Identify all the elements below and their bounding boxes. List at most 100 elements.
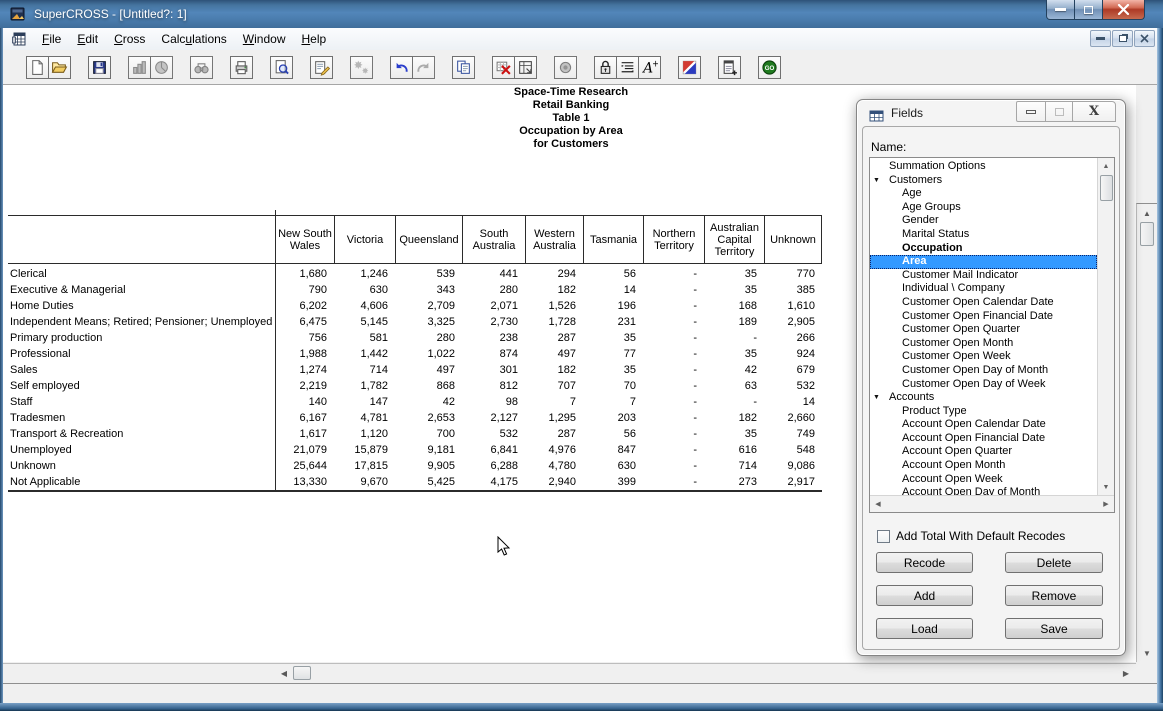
horizontal-scrollbar[interactable]: ◀ ▶ bbox=[3, 663, 1136, 682]
tree-item-age[interactable]: Age bbox=[870, 187, 1097, 201]
tree-item-summation-options[interactable]: Summation Options bbox=[870, 160, 1097, 174]
menu-item-file[interactable]: File bbox=[34, 30, 69, 48]
toolbar-button-find[interactable] bbox=[190, 56, 213, 79]
tree-item-label: Marital Status bbox=[902, 228, 969, 240]
scroll-left-icon[interactable]: ◀ bbox=[276, 664, 292, 682]
open-file-icon bbox=[51, 59, 68, 76]
vertical-scrollbar[interactable]: ▲ ▼ bbox=[1136, 203, 1157, 662]
listbox-scroll-down-icon[interactable]: ▼ bbox=[1098, 482, 1114, 492]
mdi-document-icon[interactable] bbox=[12, 31, 28, 47]
tree-item-customer-open-month[interactable]: Customer Open Month bbox=[870, 337, 1097, 351]
tree-item-customer-open-day-of-week[interactable]: Customer Open Day of Week bbox=[870, 378, 1097, 392]
toolbar-button-edit-table[interactable] bbox=[310, 56, 333, 79]
toolbar-button-derivations[interactable] bbox=[350, 56, 373, 79]
data-cell: 4,606 bbox=[334, 298, 395, 314]
listbox-vertical-thumb[interactable] bbox=[1100, 175, 1113, 201]
add-button[interactable]: Add bbox=[876, 585, 973, 606]
data-cell: 6,167 bbox=[275, 410, 334, 426]
data-cell: 182 bbox=[525, 362, 583, 378]
load-button[interactable]: Load bbox=[876, 618, 973, 639]
menu-item-cross[interactable]: Cross bbox=[106, 30, 153, 48]
dialog-close-button[interactable]: X bbox=[1072, 101, 1116, 122]
tree-item-account-open-day-of-month[interactable]: Account Open Day of Month bbox=[870, 486, 1097, 495]
mdi-close-button[interactable] bbox=[1134, 30, 1155, 47]
tree-item-area[interactable]: Area bbox=[870, 255, 1097, 269]
toolbar-button-go[interactable]: GO bbox=[758, 56, 781, 79]
scroll-up-icon[interactable]: ▲ bbox=[1137, 206, 1157, 220]
toolbar-button-save[interactable] bbox=[88, 56, 111, 79]
dialog-minimize-button[interactable] bbox=[1016, 101, 1046, 122]
mdi-minimize-button[interactable] bbox=[1090, 30, 1111, 47]
horizontal-scroll-thumb[interactable] bbox=[293, 666, 311, 680]
toolbar-button-copy[interactable] bbox=[452, 56, 475, 79]
save-button[interactable]: Save bbox=[1005, 618, 1103, 639]
toolbar-button-new-table[interactable] bbox=[514, 56, 537, 79]
toolbar-button-delete-table[interactable] bbox=[492, 56, 515, 79]
scroll-right-icon[interactable]: ▶ bbox=[1118, 664, 1134, 682]
vertical-scroll-thumb[interactable] bbox=[1140, 222, 1154, 246]
mdi-restore-button[interactable] bbox=[1112, 30, 1133, 47]
tree-item-account-open-month[interactable]: Account Open Month bbox=[870, 459, 1097, 473]
tree-item-product-type[interactable]: Product Type bbox=[870, 405, 1097, 419]
toolbar-button-pie-chart[interactable] bbox=[150, 56, 173, 79]
toolbar-button-report-add[interactable] bbox=[718, 56, 741, 79]
data-cell: 42 bbox=[395, 394, 462, 410]
tree-item-customer-open-financial-date[interactable]: Customer Open Financial Date bbox=[870, 310, 1097, 324]
tree-item-occupation[interactable]: Occupation bbox=[870, 242, 1097, 256]
delete-button[interactable]: Delete bbox=[1005, 552, 1103, 573]
tree-item-account-open-financial-date[interactable]: Account Open Financial Date bbox=[870, 432, 1097, 446]
toolbar-button-field-list[interactable] bbox=[616, 56, 639, 79]
dialog-maximize-button[interactable] bbox=[1045, 101, 1073, 122]
tree-expand-icon[interactable]: ▼ bbox=[873, 174, 880, 188]
toolbar-button-bar-chart[interactable] bbox=[128, 56, 151, 79]
listbox-scroll-left-icon[interactable]: ◀ bbox=[873, 496, 883, 512]
listbox-vertical-scrollbar[interactable]: ▲ ▼ bbox=[1097, 158, 1114, 495]
tree-item-age-groups[interactable]: Age Groups bbox=[870, 201, 1097, 215]
data-cell: 399 bbox=[583, 474, 643, 490]
tree-item-customer-open-week[interactable]: Customer Open Week bbox=[870, 350, 1097, 364]
tree-item-gender[interactable]: Gender bbox=[870, 214, 1097, 228]
menu-item-edit[interactable]: Edit bbox=[69, 30, 106, 48]
tree-item-label: Age bbox=[902, 187, 922, 199]
tree-item-account-open-calendar-date[interactable]: Account Open Calendar Date bbox=[870, 418, 1097, 432]
toolbar-button-print-preview[interactable] bbox=[270, 56, 293, 79]
scroll-down-icon[interactable]: ▼ bbox=[1137, 646, 1157, 660]
listbox-scroll-right-icon[interactable]: ▶ bbox=[1101, 496, 1111, 512]
tree-item-customer-mail-indicator[interactable]: Customer Mail Indicator bbox=[870, 269, 1097, 283]
toolbar-button-lock[interactable] bbox=[594, 56, 617, 79]
menu-item-help[interactable]: Help bbox=[293, 30, 334, 48]
toolbar-button-print[interactable] bbox=[230, 56, 253, 79]
toolbar-button-new-document[interactable] bbox=[26, 56, 49, 79]
tree-item-customer-open-day-of-month[interactable]: Customer Open Day of Month bbox=[870, 364, 1097, 378]
tree-item-customers[interactable]: ▼Customers bbox=[870, 174, 1097, 188]
toolbar-button-undo[interactable] bbox=[390, 56, 413, 79]
tree-item-customer-open-quarter[interactable]: Customer Open Quarter bbox=[870, 323, 1097, 337]
toolbar-group bbox=[190, 56, 213, 79]
tree-item-customer-open-calendar-date[interactable]: Customer Open Calendar Date bbox=[870, 296, 1097, 310]
close-button[interactable] bbox=[1102, 0, 1145, 20]
tree-item-marital-status[interactable]: Marital Status bbox=[870, 228, 1097, 242]
toolbar-button-hotspot[interactable] bbox=[554, 56, 577, 79]
toolbar-button-redo[interactable] bbox=[412, 56, 435, 79]
listbox-horizontal-scrollbar[interactable]: ◀ ▶ bbox=[870, 495, 1114, 512]
listbox-scroll-up-icon[interactable]: ▲ bbox=[1098, 161, 1114, 171]
toolbar-button-font-increase[interactable]: A+ bbox=[638, 56, 661, 79]
toolbar-button-open-file[interactable] bbox=[48, 56, 71, 79]
data-cell: 616 bbox=[704, 442, 764, 458]
tree-expand-icon[interactable]: ▼ bbox=[873, 391, 880, 405]
tree-item-account-open-week[interactable]: Account Open Week bbox=[870, 473, 1097, 487]
toolbar-button-flag[interactable] bbox=[678, 56, 701, 79]
menu-item-calculations[interactable]: Calculations bbox=[153, 30, 234, 48]
maximize-button[interactable] bbox=[1074, 0, 1103, 20]
tree-item-account-open-quarter[interactable]: Account Open Quarter bbox=[870, 445, 1097, 459]
add-total-checkbox[interactable] bbox=[877, 530, 890, 543]
menu-item-window[interactable]: Window bbox=[235, 30, 294, 48]
remove-button[interactable]: Remove bbox=[1005, 585, 1103, 606]
copy-icon bbox=[455, 59, 472, 76]
table-title-block: Space-Time ResearchRetail BankingTable 1… bbox=[268, 86, 874, 151]
tree-item-individual-company[interactable]: Individual \ Company bbox=[870, 282, 1097, 296]
tree-item-accounts[interactable]: ▼Accounts bbox=[870, 391, 1097, 405]
recode-button[interactable]: Recode bbox=[876, 552, 973, 573]
minimize-button[interactable] bbox=[1046, 0, 1075, 20]
data-cell: 714 bbox=[704, 458, 764, 474]
